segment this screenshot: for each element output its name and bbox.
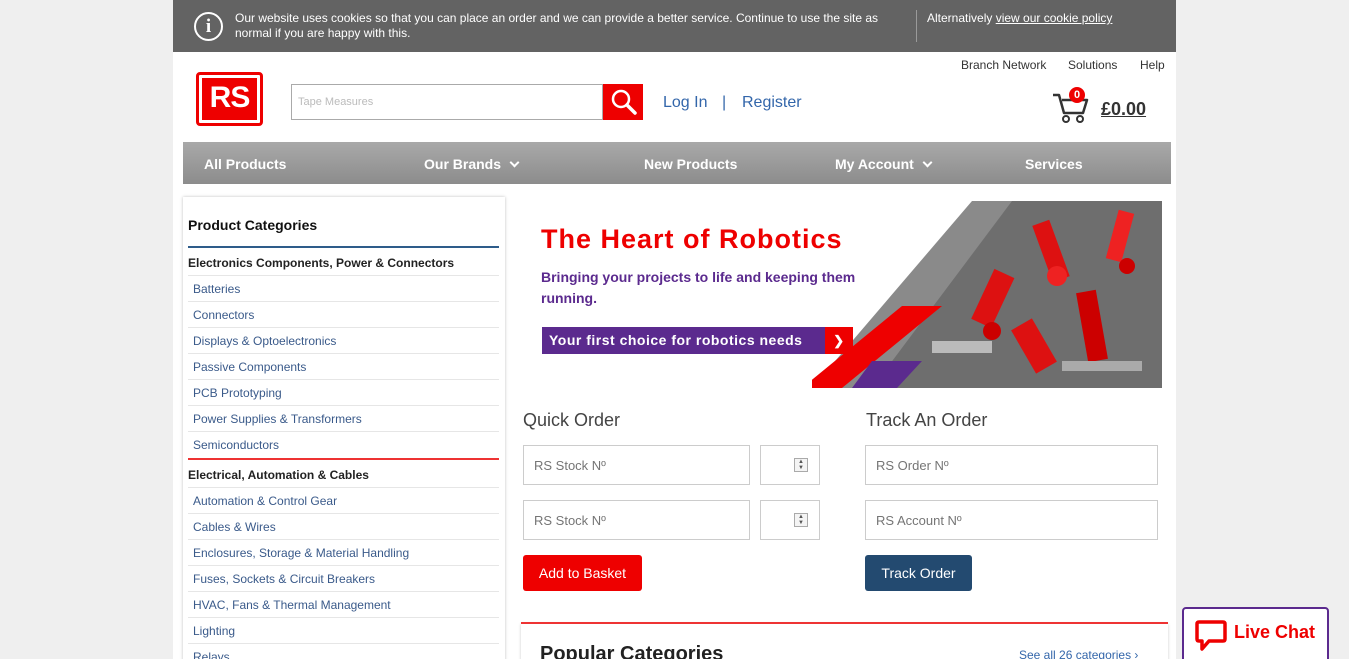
divider [188,617,499,618]
cookie-message: Our website uses cookies so that you can… [235,11,879,40]
divider [188,405,499,406]
live-chat-button[interactable]: Live Chat [1182,607,1329,659]
nav-all-products[interactable]: All Products [204,142,286,184]
order-number-input[interactable] [866,446,1157,484]
account-number-field [865,500,1158,540]
cookie-banner: i Our website uses cookies so that you c… [173,0,1176,52]
cookie-alt: Alternatively view our cookie policy [927,11,1112,25]
nav-services-label: Services [1025,156,1083,172]
sidebar-item[interactable]: Cables & Wires [193,520,276,534]
divider [188,539,499,540]
cookie-divider [916,10,917,42]
divider [188,565,499,566]
divider [188,353,499,354]
stock-number-field-2 [523,500,750,540]
divider [188,643,499,644]
add-to-basket-button[interactable]: Add to Basket [523,555,642,591]
nav-my-account-label: My Account [835,156,914,172]
spinner-arrows-icon[interactable]: ▲ ▼ [794,513,808,527]
solutions-link[interactable]: Solutions [1068,58,1117,72]
sidebar-item[interactable]: Batteries [193,282,240,296]
nav-my-account[interactable]: My Account [835,142,933,184]
sidebar-item[interactable]: Lighting [193,624,235,638]
quantity-stepper[interactable]: ▲ ▼ [760,500,820,540]
divider [188,513,499,514]
search-button[interactable] [603,84,643,120]
divider [188,327,499,328]
banner-cta-button[interactable]: Your first choice for robotics needs ❯ [542,327,853,354]
help-link[interactable]: Help [1140,58,1165,72]
spinner-arrows-icon[interactable]: ▲ ▼ [794,458,808,472]
sidebar-item[interactable]: Power Supplies & Transformers [193,412,362,426]
stock-number-input[interactable] [524,501,749,539]
search-box [291,84,603,120]
sidebar-item[interactable]: Displays & Optoelectronics [193,334,336,348]
popular-categories-title: Popular Categories [540,643,724,659]
quantity-stepper[interactable]: ▲ ▼ [760,445,820,485]
branch-network-link[interactable]: Branch Network [961,58,1046,72]
sidebar-group-divider [188,458,499,460]
sidebar-item[interactable]: Enclosures, Storage & Material Handling [193,546,409,560]
nav-our-brands[interactable]: Our Brands [424,142,520,184]
banner-subtitle: Bringing your projects to life and keepi… [541,269,856,306]
nav-our-brands-label: Our Brands [424,156,502,172]
banner-cta-label: Your first choice for robotics needs [549,332,803,348]
see-all-categories-link[interactable]: See all 26 categories › [1019,648,1138,659]
nav-all-products-label: All Products [204,156,287,172]
cookie-policy-link[interactable]: view our cookie policy [996,11,1113,25]
sidebar-item[interactable]: Fuses, Sockets & Circuit Breakers [193,572,375,586]
cart-total[interactable]: £0.00 [1101,99,1146,120]
chat-bubble-icon [1195,620,1227,651]
search-input[interactable] [292,85,602,119]
divider [188,379,499,380]
divider [188,275,499,276]
sidebar-item[interactable]: Relays [193,650,230,659]
order-number-field [865,445,1158,485]
login-separator: | [722,94,727,111]
sidebar-title: Product Categories [188,217,318,233]
track-order-title: Track An Order [866,410,988,430]
stock-number-input[interactable] [524,446,749,484]
divider [188,487,499,488]
sidebar-item[interactable]: HVAC, Fans & Thermal Management [193,598,391,612]
login-link[interactable]: Log In [663,94,707,112]
sidebar-item[interactable]: Connectors [193,308,254,322]
chevron-down-icon [922,157,933,168]
divider [188,431,499,432]
chevron-right-icon: ❯ [825,327,853,354]
live-chat-label: Live Chat [1234,622,1316,642]
cookie-alt-prefix: Alternatively [927,11,996,25]
account-number-input[interactable] [866,501,1157,539]
cart-count-badge: 0 [1069,87,1085,103]
chevron-down-icon [509,157,520,168]
rs-logo-text: RS [202,78,257,120]
sidebar-group-electrical[interactable]: Electrical, Automation & Cables [188,468,369,482]
sidebar-item[interactable]: Passive Components [193,360,306,374]
popular-divider [521,622,1168,624]
quick-order-title: Quick Order [523,410,621,430]
nav-new-products[interactable]: New Products [644,142,737,184]
nav-services[interactable]: Services [1025,142,1083,184]
sidebar-item[interactable]: Automation & Control Gear [193,494,337,508]
banner-title: The Heart of Robotics [541,224,843,254]
divider [188,301,499,302]
sidebar-item[interactable]: Semiconductors [193,438,279,452]
sidebar-item[interactable]: PCB Prototyping [193,386,282,400]
track-order-button[interactable]: Track Order [865,555,972,591]
divider [188,591,499,592]
register-link[interactable]: Register [742,94,802,112]
search-icon [611,89,637,115]
main-nav: All Products Our Brands New Products My … [183,142,1171,184]
nav-new-products-label: New Products [644,156,738,172]
sidebar-group-electronics[interactable]: Electronics Components, Power & Connecto… [188,256,454,270]
stock-number-field-1 [523,445,750,485]
sidebar-title-underline [188,246,499,248]
info-icon: i [194,12,223,41]
rs-logo[interactable]: RS [196,72,263,126]
